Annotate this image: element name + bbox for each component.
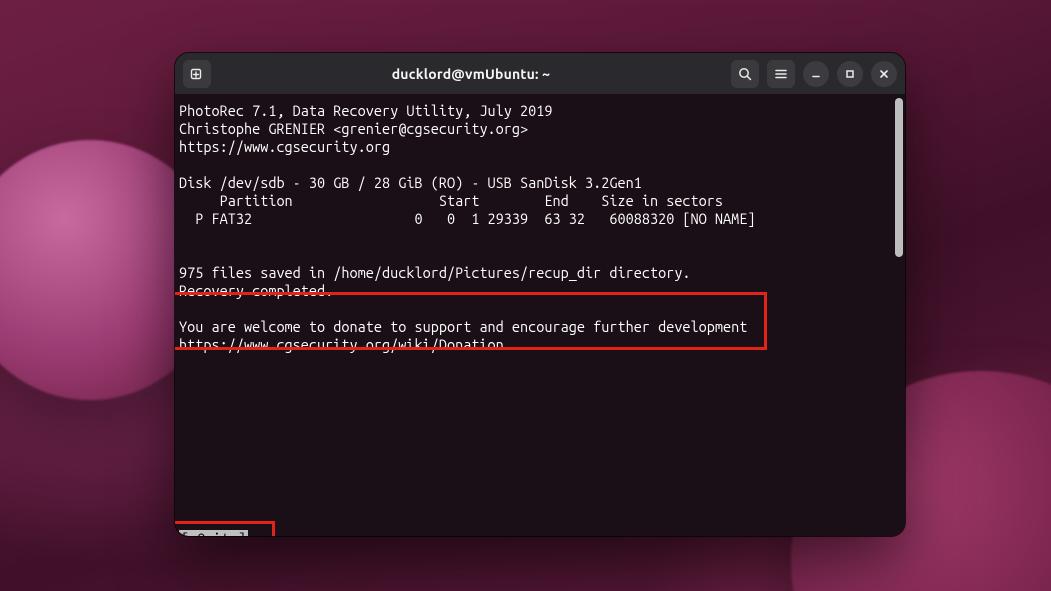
minimize-button[interactable]: [803, 61, 829, 87]
terminal-window: ducklord@vmUbuntu: ~: [175, 53, 905, 536]
new-tab-icon: [189, 66, 205, 82]
close-button[interactable]: [871, 61, 897, 87]
scrollbar-thumb[interactable]: [895, 98, 903, 257]
search-icon: [737, 66, 753, 82]
terminal-output: PhotoRec 7.1, Data Recovery Utility, Jul…: [175, 102, 905, 354]
maximize-button[interactable]: [837, 61, 863, 87]
menu-button[interactable]: [767, 60, 795, 88]
hamburger-icon: [773, 66, 789, 82]
window-title: ducklord@vmUbuntu: ~: [219, 66, 723, 82]
close-icon: [878, 68, 890, 80]
titlebar: ducklord@vmUbuntu: ~: [175, 53, 905, 94]
terminal-body[interactable]: PhotoRec 7.1, Data Recovery Utility, Jul…: [175, 94, 905, 536]
new-tab-button[interactable]: [183, 60, 211, 88]
minimize-icon: [810, 68, 822, 80]
search-button[interactable]: [731, 60, 759, 88]
maximize-icon: [844, 68, 856, 80]
quit-menu-item[interactable]: [ Quit ]: [179, 530, 248, 536]
